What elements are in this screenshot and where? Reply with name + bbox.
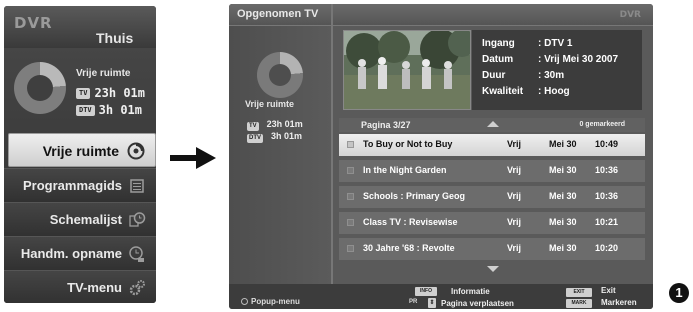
screen-dtv-storage-row: DTV 3h 01m bbox=[247, 131, 302, 143]
home-menu-panel: DVR Thuis Vrije ruimte TV 23h 01m DTV 3h 0… bbox=[4, 6, 156, 303]
recording-row[interactable]: Schools : Primary Geog Vrij Mei 30 10:36 bbox=[339, 186, 645, 208]
recording-row[interactable]: To Buy or Not to Buy Vrij Mei 30 10:49 bbox=[339, 134, 645, 156]
menu-item-tv-menu[interactable]: TV-menu bbox=[4, 270, 156, 303]
menu-item-label: Schemalijst bbox=[49, 212, 122, 227]
menu-item-manual-record[interactable]: Handm. opname bbox=[4, 236, 156, 270]
dtv-badge: DTV bbox=[76, 105, 95, 116]
tv-time: 23h 01m bbox=[94, 86, 146, 100]
menu-item-label: Programmagids bbox=[23, 178, 122, 193]
tv-badge: TV bbox=[247, 122, 259, 131]
ok-button-icon bbox=[241, 298, 248, 305]
recording-title: Class TV : Revisewise bbox=[363, 217, 458, 227]
marked-count: 0 gemarkeerd bbox=[579, 121, 625, 128]
screen-disk-usage-chart bbox=[257, 52, 303, 98]
mark-checkbox[interactable] bbox=[347, 167, 354, 174]
recording-row[interactable]: In the Night Garden Vrij Mei 30 10:36 bbox=[339, 160, 645, 182]
page-indicator: Pagina 3/27 bbox=[361, 120, 411, 130]
recording-row[interactable]: 30 Jahre '68 : Revolte Vrij Mei 30 10:20 bbox=[339, 238, 645, 260]
tv-storage-row: TV 23h 01m bbox=[76, 86, 145, 100]
recording-time: 10:49 bbox=[595, 139, 619, 149]
mark-hint: Markeren bbox=[601, 298, 637, 307]
recording-date: Mei 30 bbox=[549, 191, 577, 201]
recorded-tv-screen: Opgenomen TV DVR Vrije ruimte TV 23h 01m … bbox=[229, 4, 653, 309]
recording-title: In the Night Garden bbox=[363, 165, 447, 175]
recording-date: Mei 30 bbox=[549, 243, 577, 253]
mark-checkbox[interactable] bbox=[347, 219, 354, 226]
clock-schedule-icon bbox=[128, 211, 146, 229]
menu-title: Thuis bbox=[96, 30, 134, 46]
dtv-storage-row: DTV 3h 01m bbox=[76, 103, 142, 117]
guide-list-icon bbox=[128, 177, 146, 195]
recording-title: 30 Jahre '68 : Revolte bbox=[363, 243, 455, 253]
recording-time: 10:36 bbox=[595, 191, 619, 201]
info-hint: Informatie bbox=[451, 287, 490, 296]
free-space-title: Vrije ruimte bbox=[76, 68, 131, 79]
screen-title: Opgenomen TV bbox=[237, 8, 319, 20]
mark-checkbox[interactable] bbox=[347, 141, 354, 148]
exit-key: EXIT bbox=[566, 288, 592, 297]
recording-status: Vrij bbox=[507, 243, 522, 253]
menu-item-label: Vrije ruimte bbox=[42, 143, 119, 159]
recording-title: Schools : Primary Geog bbox=[363, 191, 466, 201]
step-number-badge: 1 bbox=[669, 283, 689, 303]
recording-status: Vrij bbox=[507, 191, 522, 201]
recording-date: Mei 30 bbox=[549, 165, 577, 175]
exit-hint: Exit bbox=[601, 286, 616, 295]
info-duration-row: Duur: 30m bbox=[482, 70, 565, 81]
recording-preview-image bbox=[343, 30, 471, 110]
menu-item-label: TV-menu bbox=[67, 280, 122, 295]
info-quality-row: Kwaliteit: Hoog bbox=[482, 86, 570, 97]
dtv-time: 3h 01m bbox=[271, 131, 303, 141]
recording-info-panel: Ingang: DTV 1 Datum: Vrij Mei 30 2007 Du… bbox=[472, 30, 642, 110]
menu-item-schedule-list[interactable]: Schemalijst bbox=[4, 202, 156, 236]
manual-record-icon bbox=[128, 245, 146, 263]
mark-key: MARK bbox=[566, 299, 592, 308]
key-legend-footer: Popup-menu INFO Informatie PR ⇕ Pagina v… bbox=[229, 284, 653, 309]
menu-item-programme-guide[interactable]: Programmagids bbox=[4, 168, 156, 202]
screen-sidebar bbox=[229, 4, 331, 284]
recording-status: Vrij bbox=[507, 139, 522, 149]
info-input-row: Ingang: DTV 1 bbox=[482, 38, 573, 49]
tv-badge: TV bbox=[76, 88, 91, 99]
menu-header: DVR Thuis bbox=[4, 6, 156, 48]
arrow-right-icon bbox=[170, 147, 216, 169]
recording-title: To Buy or Not to Buy bbox=[363, 139, 453, 149]
dtv-badge: DTV bbox=[247, 134, 263, 143]
screen-free-space-title: Vrije ruimte bbox=[245, 99, 295, 109]
recording-status: Vrij bbox=[507, 217, 522, 227]
tv-time: 23h 01m bbox=[266, 119, 303, 129]
recording-date: Mei 30 bbox=[549, 217, 577, 227]
recording-status: Vrij bbox=[507, 165, 522, 175]
recordings-list-header: Pagina 3/27 0 gemarkeerd bbox=[339, 118, 645, 132]
menu-item-label: Handm. opname bbox=[20, 246, 122, 261]
recording-time: 10:20 bbox=[595, 243, 619, 253]
screen-tv-storage-row: TV 23h 01m bbox=[247, 119, 303, 131]
info-key: INFO bbox=[415, 287, 437, 296]
pr-key-label: PR bbox=[409, 299, 418, 305]
recording-date: Mei 30 bbox=[549, 139, 577, 149]
screen-header: Opgenomen TV DVR bbox=[229, 4, 653, 26]
info-date-row: Datum: Vrij Mei 30 2007 bbox=[482, 54, 619, 65]
disk-usage-chart bbox=[14, 62, 66, 114]
dvr-logo: DVR bbox=[14, 14, 53, 32]
recording-row[interactable]: Class TV : Revisewise Vrij Mei 30 10:21 bbox=[339, 212, 645, 234]
scroll-up-icon[interactable] bbox=[487, 121, 499, 127]
sidebar-divider bbox=[331, 4, 333, 284]
gears-icon bbox=[128, 279, 146, 297]
pr-updown-icon: ⇕ bbox=[428, 298, 436, 308]
screen-dvr-logo: DVR bbox=[619, 10, 641, 20]
scroll-down-icon[interactable] bbox=[487, 266, 499, 272]
disc-icon bbox=[127, 142, 145, 160]
mark-checkbox[interactable] bbox=[347, 245, 354, 252]
mark-checkbox[interactable] bbox=[347, 193, 354, 200]
dtv-time: 3h 01m bbox=[98, 103, 143, 117]
move-page-hint: Pagina verplaatsen bbox=[441, 299, 514, 308]
recording-time: 10:36 bbox=[595, 165, 619, 175]
recording-time: 10:21 bbox=[595, 217, 619, 227]
popup-menu-hint: Popup-menu bbox=[241, 297, 300, 306]
menu-item-free-space[interactable]: Vrije ruimte bbox=[8, 133, 156, 167]
